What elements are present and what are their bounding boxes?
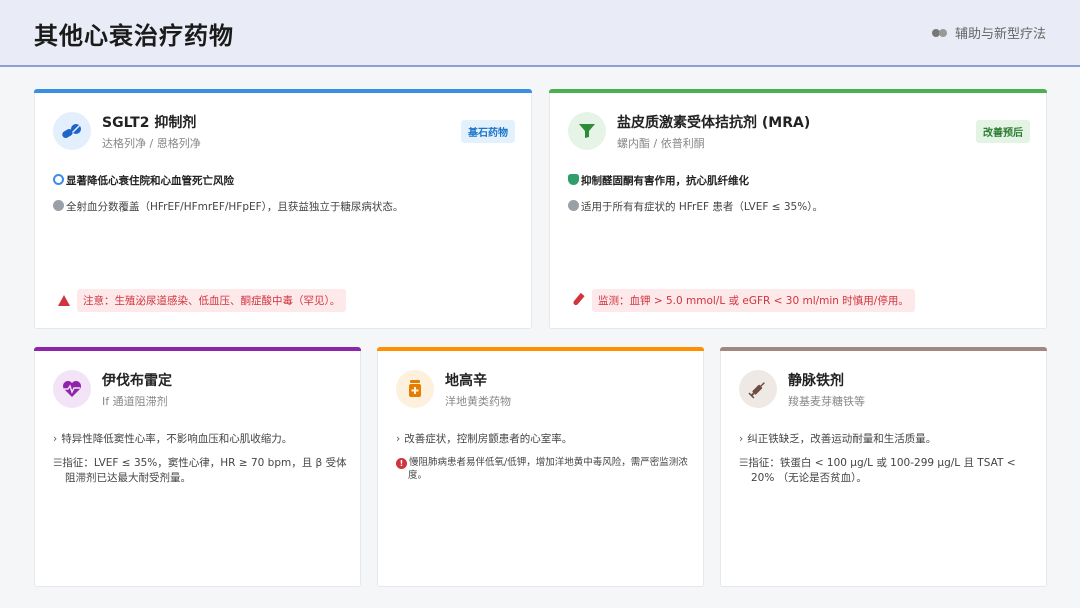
syringe-icon <box>739 370 777 408</box>
check-circle-icon <box>53 200 64 211</box>
detail-point: 适用于所有有症状的 HFrEF 患者（LVEF ≤ 35%）。 <box>568 200 1028 215</box>
monitoring-note: 监测：血钾 > 5.0 mmol/L 或 eGFR < 30 ml/min 时慎… <box>592 289 915 312</box>
drug-examples: 羧基麦芽糖铁等 <box>788 395 865 408</box>
warning-note: 注意：生殖泌尿道感染、低血压、酮症酸中毒（罕见）。 <box>77 289 347 312</box>
chevron-right-icon: › <box>739 433 744 445</box>
status-badge: 基石药物 <box>461 120 515 143</box>
card-accent-bar <box>720 347 1047 351</box>
key-point: 显著降低心衰住院和心血管死亡风险 <box>53 174 513 189</box>
chevron-right-icon: › <box>396 433 401 445</box>
check-circle-icon <box>568 200 579 211</box>
target-icon <box>53 174 64 185</box>
card-iv-iron: 静脉铁剂 羧基麦芽糖铁等 › 纠正铁缺乏，改善运动耐量和生活质量。 ☰指征：铁蛋白… <box>720 347 1047 587</box>
filter-icon <box>568 112 606 150</box>
card-accent-bar <box>34 347 361 351</box>
card-ivabradine: 伊伐布雷定 If 通道阻滞剂 › 特异性降低窦性心率，不影响血压和心肌收缩力。 ☰… <box>34 347 361 587</box>
drug-examples: 螺内酯 / 依普利酮 <box>617 137 705 150</box>
caution-point: ! 慢阻肺病患者易伴低氧/低钾，增加洋地黄中毒风险，需严密监测浓度。 <box>396 456 691 482</box>
page-title: 其他心衰治疗药物 <box>34 22 234 50</box>
drug-name: SGLT2 抑制剂 <box>102 115 197 131</box>
exclamation-circle-icon: ! <box>396 458 407 469</box>
pills-icon <box>931 28 948 38</box>
heartbeat-icon <box>53 370 91 408</box>
key-point: › 特异性降低窦性心率，不影响血压和心肌收缩力。 <box>53 433 293 445</box>
header-tag: 辅助与新型疗法 <box>931 23 1046 42</box>
drug-name: 地高辛 <box>445 373 487 389</box>
indication-point: ☰指征：LVEF ≤ 35%，窦性心律，HR ≥ 70 bpm，且 β 受体阻滞… <box>53 457 347 484</box>
drug-examples: 达格列净 / 恩格列净 <box>102 137 201 150</box>
drug-name: 伊伐布雷定 <box>102 373 172 389</box>
card-sglt2: SGLT2 抑制剂 达格列净 / 恩格列净 基石药物 显著降低心衰住院和心血管死… <box>34 89 532 329</box>
test-tube-icon <box>572 292 585 307</box>
chevron-right-icon: › <box>53 433 58 445</box>
card-accent-bar <box>34 89 532 93</box>
drug-class: If 通道阻滞剂 <box>102 395 168 408</box>
header-bar: 其他心衰治疗药物 辅助与新型疗法 <box>0 0 1080 67</box>
warning-icon <box>58 295 70 306</box>
key-point: 抑制醛固酮有害作用，抗心肌纤维化 <box>568 174 1028 189</box>
card-digoxin: 地高辛 洋地黄类药物 › 改善症状，控制房颤患者的心室率。 ! 慢阻肺病患者易伴低氧… <box>377 347 704 587</box>
key-point: › 改善症状，控制房颤患者的心室率。 <box>396 433 573 445</box>
drug-class: 洋地黄类药物 <box>445 395 511 408</box>
medicine-bottle-icon <box>396 370 434 408</box>
card-mra: 盐皮质激素受体拮抗剂 (MRA) 螺内酯 / 依普利酮 改善预后 抑制醛固酮有害… <box>549 89 1047 329</box>
list-icon: ☰ <box>739 457 749 469</box>
card-accent-bar <box>549 89 1047 93</box>
shield-icon <box>568 174 579 185</box>
drug-name: 盐皮质激素受体拮抗剂 (MRA) <box>617 115 811 131</box>
drug-name: 静脉铁剂 <box>788 373 844 389</box>
detail-point: 全射血分数覆盖（HFrEF/HFmrEF/HFpEF），且获益独立于糖尿病状态。 <box>53 200 513 215</box>
status-badge: 改善预后 <box>976 120 1030 143</box>
indication-point: ☰指征：铁蛋白 < 100 μg/L 或 100-299 μg/L 且 TSAT… <box>739 457 1016 484</box>
card-accent-bar <box>377 347 704 351</box>
key-point: › 纠正铁缺乏，改善运动耐量和生活质量。 <box>739 433 937 445</box>
list-icon: ☰ <box>53 457 63 469</box>
pills-icon <box>53 112 91 150</box>
header-tag-label: 辅助与新型疗法 <box>954 27 1046 42</box>
